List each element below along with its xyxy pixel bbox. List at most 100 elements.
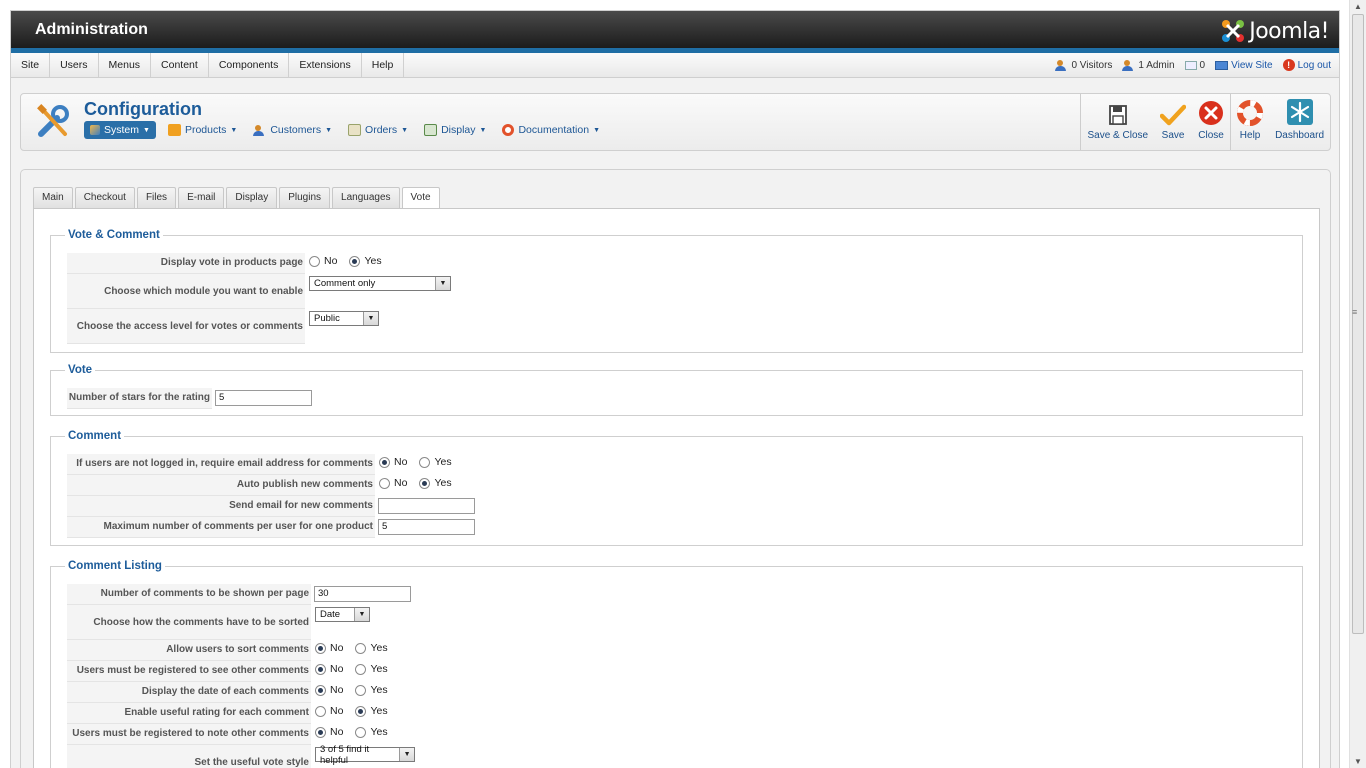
submenu-documentation[interactable]: Documentation ▼ <box>498 121 604 139</box>
sort-order-select[interactable]: Date ▼ <box>315 607 370 622</box>
per-page-input[interactable]: 30 <box>314 586 411 602</box>
tab-email[interactable]: E-mail <box>178 187 225 208</box>
max-comments-row: Maximum number of comments per user for … <box>67 517 475 538</box>
submenu-customers-label: Customers <box>270 124 322 136</box>
chevron-down-icon: ▼ <box>401 126 409 134</box>
submenu-orders[interactable]: Orders ▼ <box>344 121 412 139</box>
close-button[interactable]: Close <box>1192 94 1230 150</box>
display-vote-options: No Yes <box>305 253 390 274</box>
menu-components[interactable]: Components <box>209 53 290 77</box>
display-vote-row: Display vote in products page No Yes <box>67 253 390 274</box>
tab-languages[interactable]: Languages <box>332 187 400 208</box>
require-email-yes-radio[interactable] <box>419 456 431 468</box>
max-comments-input[interactable]: 5 <box>378 519 475 535</box>
per-page-value-cell: 30 <box>311 584 411 605</box>
menu-help[interactable]: Help <box>362 53 405 77</box>
help-label: Help <box>1239 130 1261 141</box>
module-select[interactable]: Comment only ▼ <box>309 276 451 291</box>
access-select[interactable]: Public ▼ <box>309 311 379 326</box>
module-label: Choose which module you want to enable <box>67 274 305 309</box>
menu-site[interactable]: Site <box>11 53 51 77</box>
vote-style-select[interactable]: 3 of 5 find it helpful ▼ <box>315 744 415 766</box>
sort-order-label: Choose how the comments have to be sorte… <box>67 605 311 640</box>
menu-users[interactable]: Users <box>50 53 99 77</box>
require-email-no-radio[interactable] <box>379 456 390 468</box>
close-label: Close <box>1198 130 1224 141</box>
display-vote-yes-radio[interactable] <box>349 255 361 267</box>
send-email-input[interactable] <box>378 498 475 514</box>
chevron-down-icon: ▼ <box>435 277 450 290</box>
registered-see-yes-radio[interactable] <box>355 663 367 675</box>
scroll-down-arrow-icon[interactable]: ▼ <box>1354 757 1362 766</box>
useful-rating-yes-radio[interactable] <box>355 705 367 717</box>
auto-publish-no-radio[interactable] <box>379 477 390 489</box>
auto-publish-label: Auto publish new comments <box>67 475 375 496</box>
tab-display[interactable]: Display <box>226 187 278 208</box>
visitors-icon <box>1055 59 1068 71</box>
save-close-button[interactable]: Save & Close <box>1081 94 1154 150</box>
submenu-display[interactable]: Display ▼ <box>420 121 490 139</box>
header-title: Administration <box>35 21 148 38</box>
display-date-label: Display the date of each comments <box>67 682 311 703</box>
admins-status[interactable]: 1 Admin <box>1122 59 1175 71</box>
vote-fieldset: Vote Number of stars for the rating 5 <box>50 364 1303 416</box>
require-email-label: If users are not logged in, require emai… <box>67 454 375 475</box>
view-site-label: View Site <box>1231 59 1273 71</box>
admin-window: Administration Joomla! Site Users Menus … <box>10 10 1340 768</box>
vote-style-value-cell: 3 of 5 find it helpful ▼ <box>311 744 415 768</box>
useful-rating-no-radio[interactable] <box>315 705 326 717</box>
registered-note-no-radio[interactable] <box>315 726 326 738</box>
help-button[interactable]: Help <box>1231 94 1269 150</box>
lifebuoy-icon <box>1237 100 1264 126</box>
sort-order-value-cell: Date ▼ <box>311 605 370 640</box>
top-menubar: Site Users Menus Content Components Exte… <box>11 53 1339 78</box>
save-button[interactable]: Save <box>1154 94 1192 150</box>
require-email-options: No Yes <box>375 454 460 475</box>
dashboard-button[interactable]: Dashboard <box>1269 94 1330 150</box>
send-email-value-cell <box>375 496 475 517</box>
submenu-system-label: System <box>104 124 140 136</box>
submenu-customers[interactable]: Customers ▼ <box>249 121 336 139</box>
display-date-yes-radio[interactable] <box>355 684 367 696</box>
chevron-down-icon: ▼ <box>593 126 600 134</box>
allow-sort-options: No Yes <box>311 640 396 661</box>
display-vote-no-radio[interactable] <box>309 255 320 267</box>
registered-see-no-radio[interactable] <box>315 663 326 675</box>
view-site-link[interactable]: View Site <box>1215 60 1273 71</box>
joomla-logo[interactable]: Joomla! <box>1220 18 1329 44</box>
visitors-status[interactable]: 0 Visitors <box>1055 59 1112 71</box>
checkmark-icon <box>1160 104 1187 126</box>
menu-menus[interactable]: Menus <box>99 53 152 77</box>
scroll-up-arrow-icon[interactable]: ▲ <box>1354 2 1362 11</box>
tab-checkout[interactable]: Checkout <box>74 187 135 208</box>
registered-note-yes-radio[interactable] <box>355 726 367 738</box>
allow-sort-no-radio[interactable] <box>315 642 326 654</box>
dashboard-label: Dashboard <box>1275 130 1324 141</box>
scroll-thumb[interactable] <box>1352 14 1364 634</box>
menu-content[interactable]: Content <box>151 53 209 77</box>
page-scrollbar[interactable]: ▲ ≡ ▼ <box>1349 0 1366 768</box>
vote-comment-fieldset: Vote & Comment Display vote in products … <box>50 229 1303 353</box>
header-bar: Administration Joomla! <box>11 11 1339 53</box>
allow-sort-yes-radio[interactable] <box>355 642 367 654</box>
tab-plugins[interactable]: Plugins <box>279 187 331 208</box>
menu-extensions[interactable]: Extensions <box>289 53 362 77</box>
submenu-system[interactable]: System ▼ <box>84 121 156 139</box>
toolbar-panel: Configuration System ▼ Products ▼ Custom… <box>20 93 1331 151</box>
messages-count: 0 <box>1199 59 1206 71</box>
auto-publish-yes-radio[interactable] <box>419 477 431 489</box>
display-icon <box>424 124 438 136</box>
registered-see-row: Users must be registered to see other co… <box>67 661 396 682</box>
messages-status[interactable]: 0 <box>1184 59 1206 71</box>
logout-link[interactable]: ! Log out <box>1282 59 1331 71</box>
vote-style-row: Set the useful vote style 3 of 5 find it… <box>67 744 415 768</box>
display-date-no-radio[interactable] <box>315 684 326 696</box>
chevron-down-icon: ▼ <box>325 126 333 134</box>
tab-files[interactable]: Files <box>136 187 177 208</box>
comment-legend: Comment <box>68 430 122 442</box>
display-vote-label: Display vote in products page <box>67 253 305 274</box>
submenu-products[interactable]: Products ▼ <box>164 121 241 139</box>
tab-main[interactable]: Main <box>33 187 73 208</box>
stars-input[interactable]: 5 <box>215 390 312 406</box>
tab-vote[interactable]: Vote <box>401 187 440 209</box>
